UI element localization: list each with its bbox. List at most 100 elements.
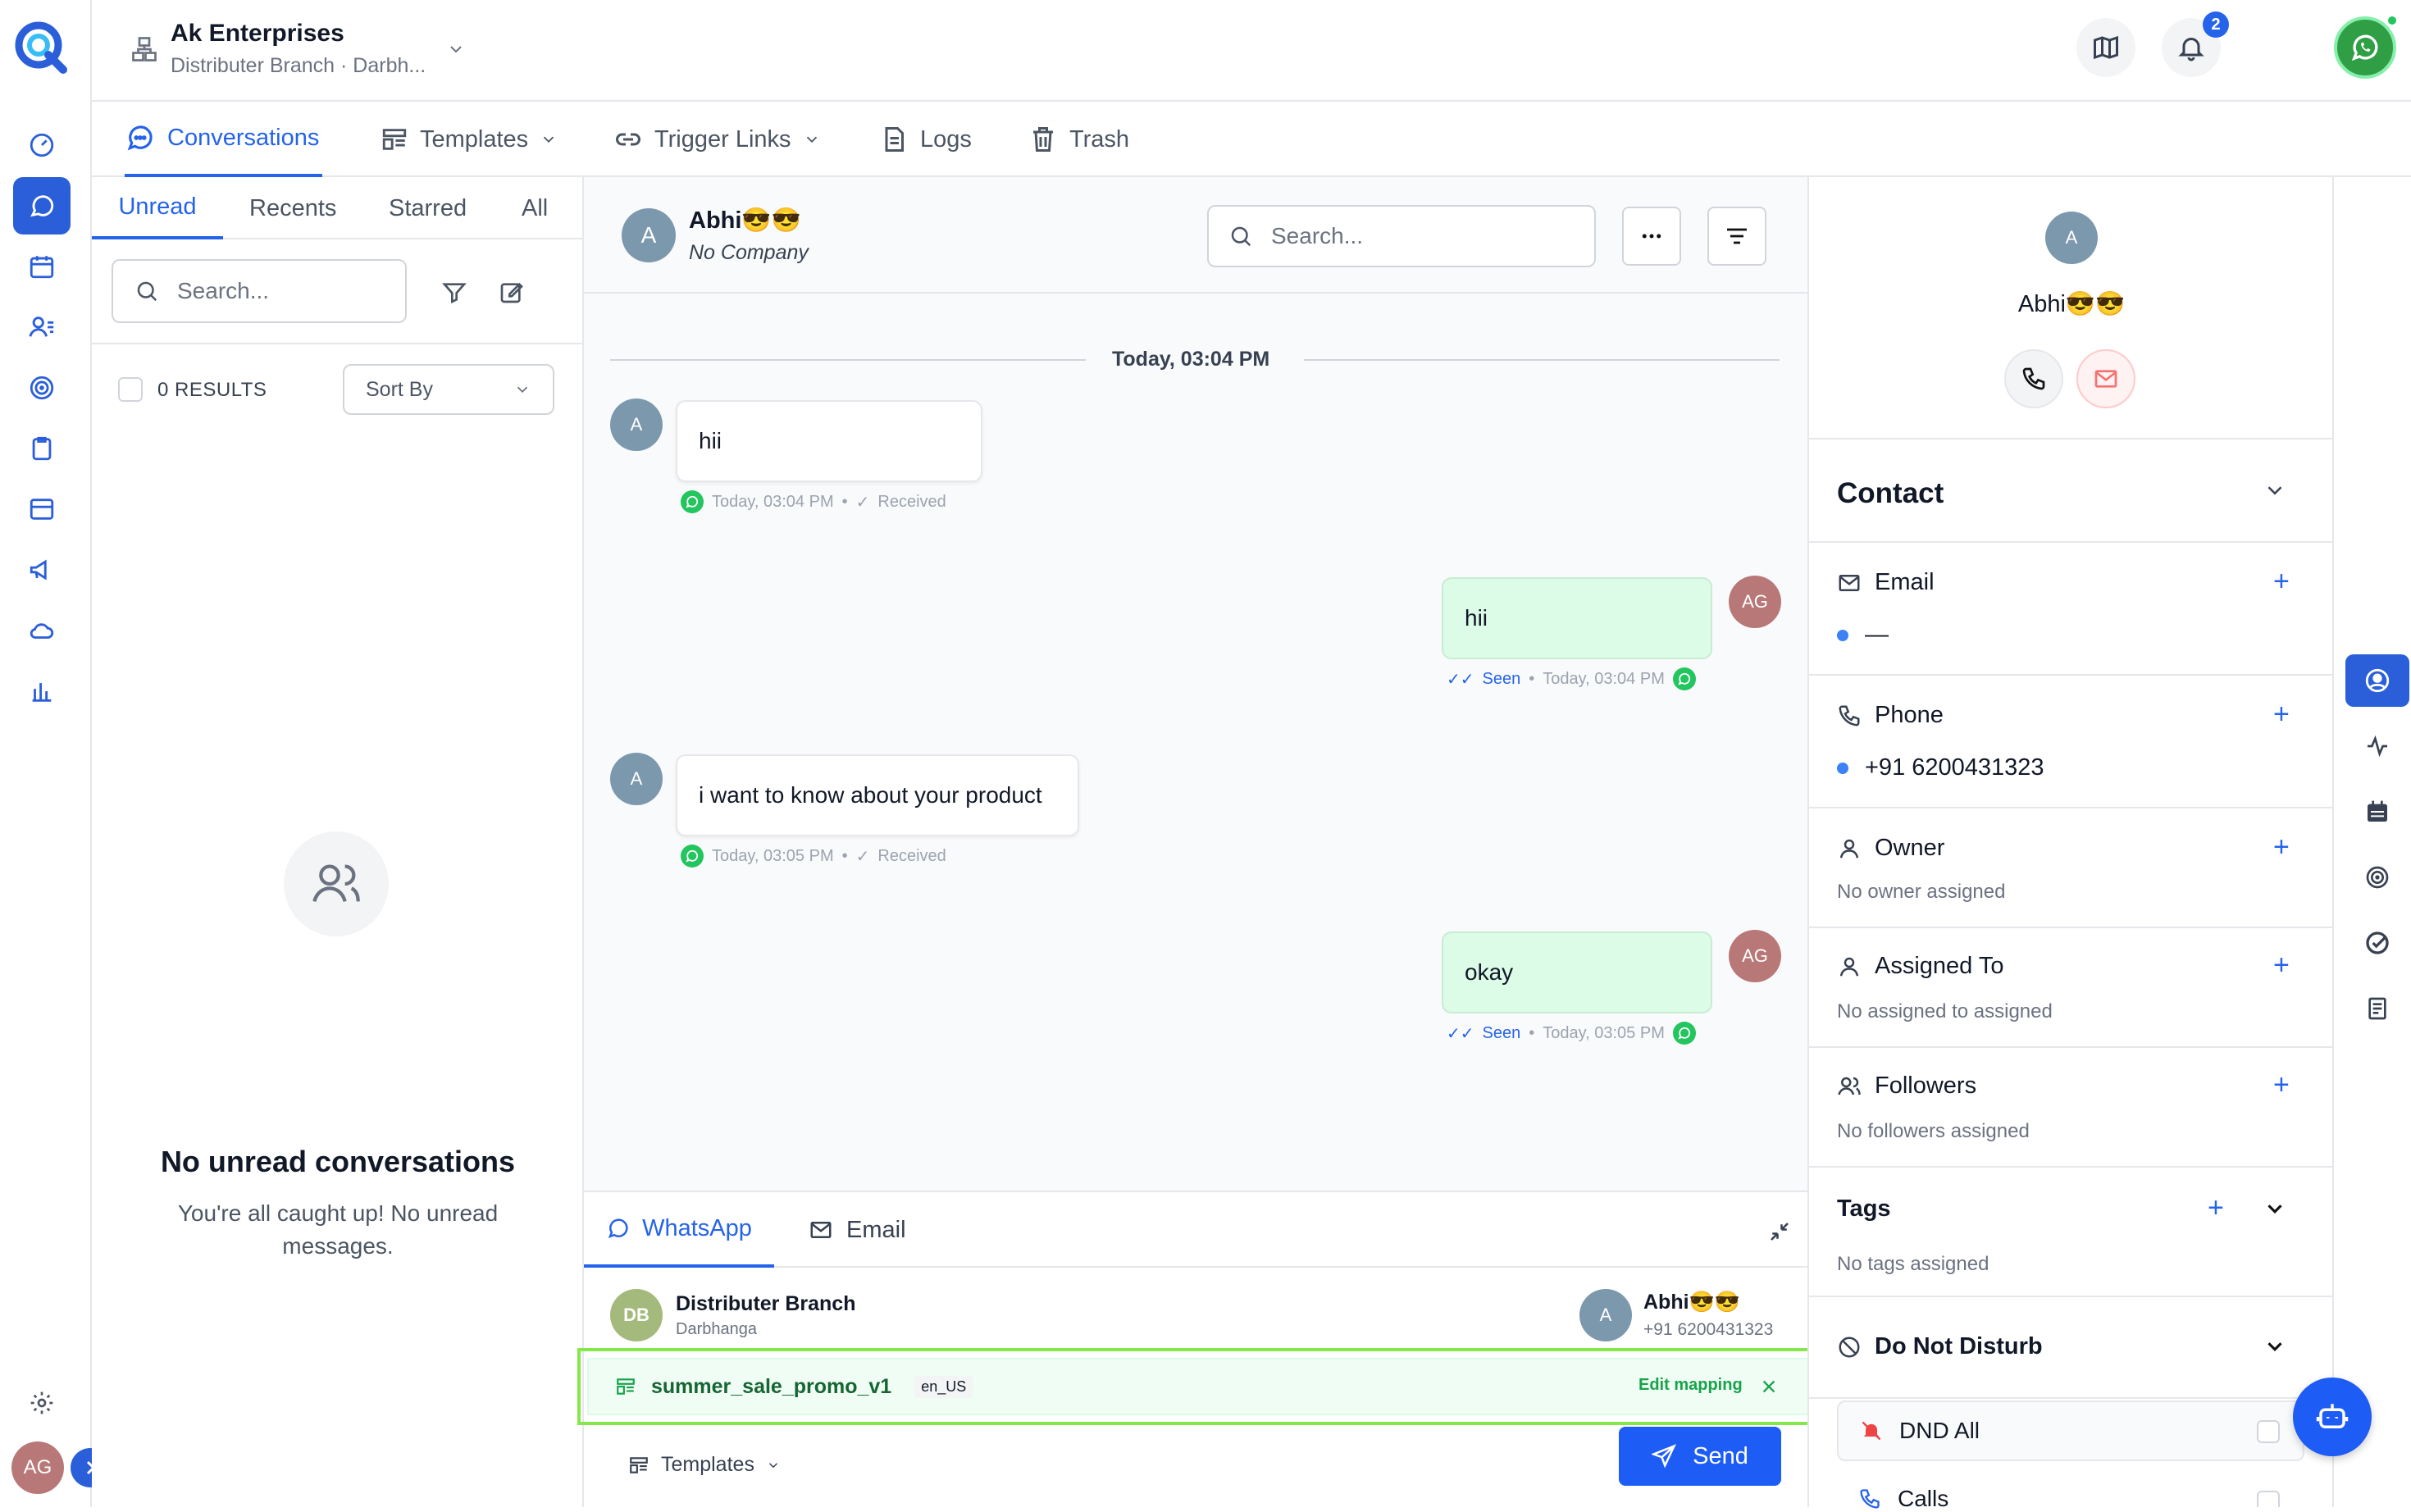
contact-profile-icon[interactable]: [2345, 654, 2409, 707]
composer-tab-whatsapp[interactable]: WhatsApp: [584, 1192, 774, 1268]
trash-icon: [1033, 127, 1053, 152]
dnd-calls-row[interactable]: Calls: [1858, 1486, 1948, 1512]
task-check-icon[interactable]: [2345, 917, 2409, 969]
app-logo[interactable]: [11, 16, 71, 75]
user-icon: [1839, 839, 1859, 858]
add-follower-button[interactable]: +: [2273, 1071, 2290, 1099]
more-options-button[interactable]: [1622, 207, 1681, 266]
followers-value: No followers assigned: [1837, 1120, 2030, 1142]
filter-icon[interactable]: [436, 274, 472, 310]
template-icon: [630, 1456, 648, 1473]
target-icon[interactable]: [2345, 851, 2409, 904]
collapse-icon[interactable]: [1763, 1215, 1796, 1248]
composer-tab-email[interactable]: Email: [809, 1192, 906, 1268]
phone-value[interactable]: +91 6200431323: [1837, 754, 2044, 781]
whatsapp-status-icon[interactable]: [2334, 16, 2396, 79]
email-value: —: [1837, 622, 1889, 649]
calendar-icon[interactable]: [2345, 786, 2409, 838]
layout-icon[interactable]: [13, 480, 71, 538]
dnd-all-row[interactable]: DND All: [1837, 1400, 2304, 1461]
whatsapp-icon: [1672, 667, 1696, 690]
double-check-icon: ✓✓: [1447, 1024, 1474, 1043]
contact-avatar[interactable]: A: [622, 208, 676, 262]
results-count: 0 RESULTS: [157, 379, 267, 401]
whatsapp-icon: [681, 845, 704, 868]
chatbot-button[interactable]: [2293, 1378, 2372, 1456]
template-name: summer_sale_promo_v1: [651, 1374, 892, 1398]
contacts-icon[interactable]: [13, 298, 71, 356]
add-tag-button[interactable]: +: [2208, 1194, 2224, 1222]
chevron-down-icon[interactable]: [443, 36, 469, 62]
tab-logs[interactable]: Logs: [879, 102, 972, 177]
phone-label: Phone: [1837, 702, 1944, 729]
template-lang-badge: en_US: [914, 1375, 973, 1398]
search-icon: [1231, 226, 1251, 247]
conversations-nav-icon[interactable]: [13, 177, 71, 235]
tab-templates[interactable]: Templates: [381, 102, 558, 177]
compose-icon[interactable]: [494, 274, 530, 310]
email-button[interactable]: [2076, 349, 2135, 408]
add-owner-button[interactable]: +: [2273, 833, 2290, 861]
templates-dropdown[interactable]: Templates: [628, 1453, 781, 1477]
select-all-checkbox[interactable]: [118, 377, 143, 402]
add-email-button[interactable]: +: [2273, 567, 2290, 595]
chevron-down-icon[interactable]: [2258, 474, 2291, 507]
list-search-input[interactable]: Search...: [112, 259, 407, 323]
user-avatar[interactable]: AG: [11, 1441, 64, 1494]
chevron-down-icon: [517, 386, 528, 394]
tab-conversations[interactable]: Conversations: [125, 102, 323, 177]
activity-icon[interactable]: [2345, 720, 2409, 772]
dnd-calls-checkbox[interactable]: [2257, 1491, 2280, 1507]
document-icon: [885, 127, 904, 152]
clipboard-icon[interactable]: [13, 420, 71, 477]
edit-mapping-link[interactable]: Edit mapping: [1638, 1376, 1743, 1395]
selected-template-bar[interactable]: summer_sale_promo_v1 en_US: [587, 1358, 1812, 1415]
reports-icon[interactable]: [13, 663, 71, 720]
assigned-section: Assigned To + No assigned to assigned: [1809, 928, 2334, 1048]
notes-icon[interactable]: [2345, 982, 2409, 1035]
send-icon: [1652, 1444, 1677, 1469]
phone-call-button[interactable]: [2004, 349, 2063, 408]
chevron-down-icon: [768, 1462, 777, 1468]
chat-search-input[interactable]: Search...: [1207, 205, 1596, 267]
subtab-starred[interactable]: Starred: [389, 177, 467, 239]
message-bubble-incoming[interactable]: hii: [676, 400, 982, 482]
cloud-icon[interactable]: [13, 602, 71, 659]
message-bubble-incoming[interactable]: i want to know about your product: [676, 754, 1079, 836]
subtab-all[interactable]: All: [522, 177, 548, 239]
chat-filter-button[interactable]: [1707, 207, 1766, 266]
org-switcher[interactable]: Ak Enterprises Distributer Branch · Darb…: [171, 20, 426, 78]
mail-icon: [1839, 574, 1860, 591]
message-bubble-outgoing[interactable]: okay: [1442, 931, 1712, 1013]
divider: [610, 359, 1086, 361]
settings-icon[interactable]: [13, 1374, 71, 1432]
add-phone-button[interactable]: +: [2273, 700, 2290, 728]
send-button[interactable]: Send: [1619, 1427, 1781, 1486]
tab-trash[interactable]: Trash: [1028, 102, 1129, 177]
sort-by-select[interactable]: Sort By: [343, 364, 554, 415]
users-icon: [284, 831, 389, 936]
dashboard-icon[interactable]: [13, 116, 71, 174]
close-icon[interactable]: [1757, 1374, 1781, 1399]
message-avatar: AG: [1729, 576, 1781, 628]
subtab-recents[interactable]: Recents: [249, 177, 336, 239]
empty-state-line1: You're all caught up! No unread: [177, 1200, 499, 1226]
subtab-unread[interactable]: Unread: [92, 177, 223, 239]
dnd-all-checkbox[interactable]: [2257, 1420, 2280, 1443]
contact-name[interactable]: Abhi😎😎: [689, 207, 801, 235]
contact-section-header[interactable]: Contact: [1809, 439, 2334, 543]
add-assignee-button[interactable]: +: [2273, 951, 2290, 979]
chevron-down-icon[interactable]: [2258, 1192, 2291, 1225]
calendar-icon[interactable]: [13, 238, 71, 295]
target-icon[interactable]: [13, 359, 71, 417]
megaphone-icon[interactable]: [13, 541, 71, 599]
phone-section: Phone + +91 6200431323: [1809, 676, 2334, 808]
tab-trigger-links[interactable]: Trigger Links: [613, 102, 821, 177]
map-icon[interactable]: [2076, 18, 2135, 77]
message-bubble-outgoing[interactable]: hii: [1442, 577, 1712, 659]
phone-icon: [1839, 705, 1860, 726]
chevron-down-icon[interactable]: [2258, 1330, 2291, 1363]
dnd-section[interactable]: Do Not Disturb: [1809, 1297, 2334, 1399]
chat-bubble-icon: [127, 125, 153, 151]
sender-name: Distributer Branch: [676, 1292, 856, 1315]
